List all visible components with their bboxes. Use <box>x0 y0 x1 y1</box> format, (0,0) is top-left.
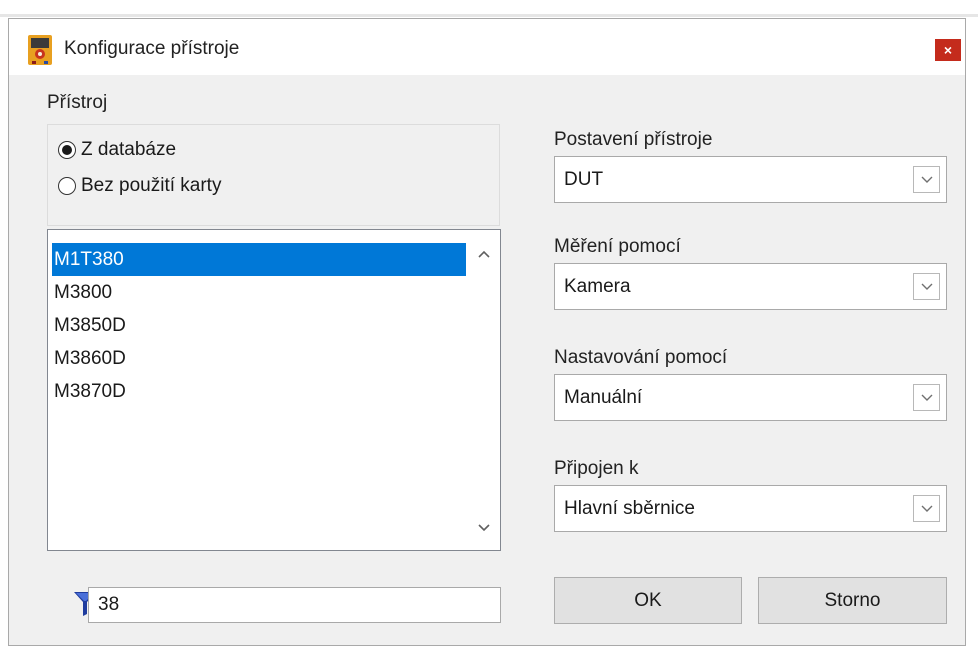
list-item-m3860d[interactable]: M3860D <box>52 342 466 375</box>
field-label-adjustment: Nastavování pomocí <box>554 347 728 368</box>
radio-label: Bez použití karty <box>81 175 222 196</box>
screen-top-border <box>0 14 978 17</box>
chevron-up-icon <box>477 250 490 258</box>
measurement-select[interactable]: Kamera <box>554 263 947 310</box>
close-icon: × <box>943 42 953 58</box>
radio-dot-selected <box>58 141 76 159</box>
chevron-down-icon <box>921 176 932 183</box>
chevron-down-icon <box>921 283 932 290</box>
field-label-connected-to: Připojen k <box>554 458 639 479</box>
scroll-up-button[interactable] <box>467 239 500 269</box>
list-item-m3800[interactable]: M3800 <box>52 276 466 309</box>
select-value: Kamera <box>564 276 631 297</box>
title-bar: Konfigurace přístroje × <box>9 19 965 75</box>
field-label-measurement: Měření pomocí <box>554 236 681 257</box>
connected-to-select[interactable]: Hlavní sběrnice <box>554 485 947 532</box>
select-value: DUT <box>564 169 604 190</box>
select-value: Manuální <box>564 387 643 408</box>
dialog-window: Konfigurace přístroje × Přístroj Z datab… <box>8 18 966 646</box>
listbox-scrollbar[interactable] <box>467 230 500 550</box>
filter-field[interactable] <box>88 587 501 623</box>
list-item-m3850d[interactable]: M3850D <box>52 309 466 342</box>
chevron-down-icon <box>921 505 932 512</box>
app-multimeter-icon <box>28 35 52 65</box>
adjustment-select[interactable]: Manuální <box>554 374 947 421</box>
radio-label: Z databáze <box>81 139 177 160</box>
device-source-group: Z databáze Bez použití karty <box>47 124 500 226</box>
list-item-m1t380[interactable]: M1T380 <box>52 243 466 276</box>
device-role-select[interactable]: DUT <box>554 156 947 203</box>
radio-from-database[interactable]: Z databáze <box>58 139 176 161</box>
dropdown-button[interactable] <box>913 495 940 522</box>
select-value: Hlavní sběrnice <box>564 498 695 519</box>
field-label-device-role: Postavení přístroje <box>554 129 713 150</box>
list-item-m3870d[interactable]: M3870D <box>52 375 466 408</box>
radio-dot <box>58 177 76 195</box>
ok-button[interactable]: OK <box>554 577 742 624</box>
dropdown-button[interactable] <box>913 166 940 193</box>
window-title: Konfigurace přístroje <box>64 38 240 59</box>
device-group-label: Přístroj <box>47 92 108 113</box>
radio-without-card[interactable]: Bez použití karty <box>58 175 221 197</box>
dropdown-button[interactable] <box>913 273 940 300</box>
cancel-button[interactable]: Storno <box>758 577 947 624</box>
chevron-down-icon <box>477 524 490 532</box>
chevron-down-icon <box>921 394 932 401</box>
dropdown-button[interactable] <box>913 384 940 411</box>
device-listbox[interactable]: M1T380 M3800 M3850D M3860D M3870D <box>47 229 501 551</box>
close-button[interactable]: × <box>935 39 961 61</box>
scroll-down-button[interactable] <box>467 513 500 543</box>
filter-input[interactable] <box>98 594 478 616</box>
